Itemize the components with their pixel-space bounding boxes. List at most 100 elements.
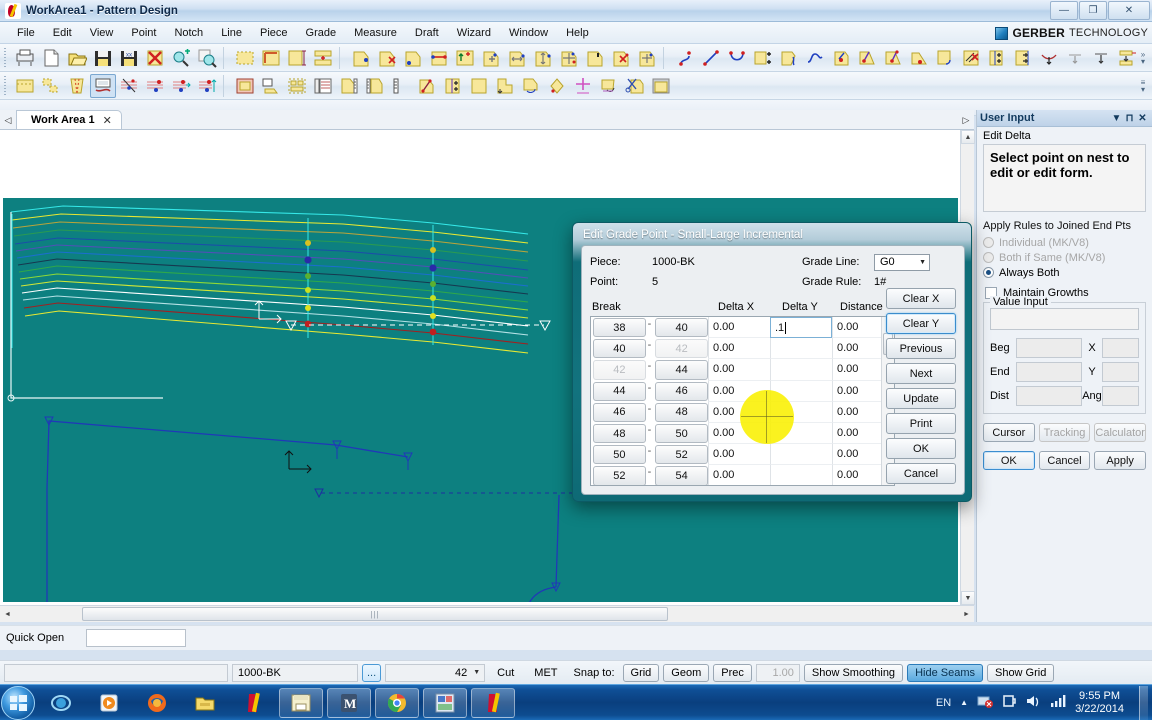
cancel-button[interactable]: Cancel: [1039, 451, 1091, 470]
break-from-cell[interactable]: 52: [593, 466, 646, 485]
radio-always-both[interactable]: Always Both: [983, 265, 1146, 280]
grade-shift-up-icon[interactable]: [194, 74, 220, 98]
break-to-cell[interactable]: 50: [655, 424, 708, 443]
print-button[interactable]: Print: [886, 413, 956, 434]
piece-notch-red-icon[interactable]: [828, 46, 854, 70]
volume-icon[interactable]: [1025, 694, 1041, 711]
break-to-cell[interactable]: 42: [655, 339, 708, 358]
menu-item-edit[interactable]: Edit: [44, 24, 81, 42]
grade-shift-right-icon[interactable]: [168, 74, 194, 98]
show-desktop-button[interactable]: [1139, 686, 1148, 720]
piece-edge-icon[interactable]: [258, 46, 284, 70]
taskbar-window-marker[interactable]: [423, 688, 467, 718]
toolbar-overflow-icon[interactable]: ≡▾: [1137, 76, 1149, 96]
end-field[interactable]: [1016, 362, 1082, 382]
break-to-cell[interactable]: 40: [655, 318, 708, 337]
notch-down-icon[interactable]: [1088, 46, 1114, 70]
file-explorer-icon[interactable]: [183, 688, 227, 718]
taskbar-window-pattern-design[interactable]: [471, 688, 515, 718]
piece-seam-left-icon[interactable]: [984, 46, 1010, 70]
delta-x-cell[interactable]: 0.00: [708, 444, 770, 465]
x-field[interactable]: [1102, 338, 1139, 358]
menu-item-grade[interactable]: Grade: [297, 24, 346, 42]
table-row[interactable]: 48 - 50 0.00 0.00: [591, 423, 894, 444]
grade-lines-icon[interactable]: [116, 74, 142, 98]
piece-rotate-icon[interactable]: [518, 74, 544, 98]
save-all-icon[interactable]: xx: [116, 46, 142, 70]
firefox-icon[interactable]: [135, 688, 179, 718]
table-row[interactable]: 44 - 46 0.00 0.00: [591, 381, 894, 402]
piece-round-corner-icon[interactable]: [932, 46, 958, 70]
piece-fill-icon[interactable]: [12, 74, 38, 98]
delta-x-cell[interactable]: 0.00: [708, 423, 770, 444]
tab-scroll-right-icon[interactable]: ▷: [958, 111, 974, 129]
delta-x-cell[interactable]: 0.00: [708, 338, 770, 359]
break-from-cell[interactable]: 40: [593, 339, 646, 358]
new-document-icon[interactable]: [38, 46, 64, 70]
y-field[interactable]: [1102, 362, 1139, 382]
piece-seam-width-icon[interactable]: [440, 74, 466, 98]
horizontal-scroll-thumb[interactable]: |||: [82, 607, 668, 621]
menu-item-draft[interactable]: Draft: [406, 24, 448, 42]
piece-frame-icon[interactable]: [232, 74, 258, 98]
delta-y-cell[interactable]: .1: [770, 317, 832, 338]
measure-ruler-icon[interactable]: [388, 74, 414, 98]
panel-pin-icon[interactable]: ⊓: [1123, 113, 1136, 124]
piece-curve-edit-icon[interactable]: [776, 46, 802, 70]
menu-item-view[interactable]: View: [81, 24, 123, 42]
break-from-cell[interactable]: 38: [593, 318, 646, 337]
piece-point-add-icon[interactable]: [348, 46, 374, 70]
table-row[interactable]: 52 - 54 0.00 0.00: [591, 465, 894, 486]
previous-button[interactable]: Previous: [886, 338, 956, 359]
dialog-cancel-button[interactable]: Cancel: [886, 463, 956, 484]
toolbar-grip-icon[interactable]: [2, 48, 9, 68]
network-icon[interactable]: [977, 694, 993, 711]
scroll-up-icon[interactable]: ▲: [961, 130, 975, 144]
taskbar-window-chrome[interactable]: [375, 688, 419, 718]
cursor-button[interactable]: Cursor: [983, 423, 1035, 442]
piece-flip-icon[interactable]: [596, 74, 622, 98]
diamond-icon[interactable]: [544, 74, 570, 98]
piece-point-move-icon[interactable]: [400, 46, 426, 70]
piece-angle-icon[interactable]: [854, 46, 880, 70]
snap-prec-button[interactable]: Prec: [713, 664, 752, 682]
piece-corner-icon[interactable]: [582, 46, 608, 70]
stack-rows-icon[interactable]: [310, 46, 336, 70]
radio-both-if-same-icon[interactable]: [983, 252, 994, 263]
size-combo[interactable]: 42 ▼: [385, 664, 485, 682]
table-row[interactable]: 46 - 48 0.00 0.00: [591, 402, 894, 423]
piece-width-icon[interactable]: [504, 46, 530, 70]
notch-curve-icon[interactable]: [1036, 46, 1062, 70]
line-point-icon[interactable]: [698, 46, 724, 70]
line-segment-icon[interactable]: [426, 46, 452, 70]
piece-dart-icon[interactable]: [64, 74, 90, 98]
break-to-cell[interactable]: 54: [655, 466, 708, 485]
break-from-cell[interactable]: 50: [593, 445, 646, 464]
select-region-icon[interactable]: [232, 46, 258, 70]
toolbar-grip-icon[interactable]: [2, 76, 9, 96]
show-smoothing-button[interactable]: Show Smoothing: [804, 664, 903, 682]
radio-always-both-icon[interactable]: [983, 267, 994, 278]
taskbar-window-m[interactable]: M: [327, 688, 371, 718]
grade-break-grid[interactable]: 38 - 40 0.00 .1 0.00 40 - 42 0.00 0.00 4…: [590, 316, 895, 486]
piece-seam-right-icon[interactable]: [1010, 46, 1036, 70]
menu-item-measure[interactable]: Measure: [345, 24, 406, 42]
hide-seams-button[interactable]: Hide Seams: [907, 664, 983, 682]
beg-field[interactable]: [1016, 338, 1082, 358]
delta-y-cell[interactable]: [770, 359, 832, 380]
show-grid-button[interactable]: Show Grid: [987, 664, 1054, 682]
ang-field[interactable]: [1102, 386, 1139, 406]
piece-shade-icon[interactable]: [648, 74, 674, 98]
radio-individual-icon[interactable]: [983, 237, 994, 248]
piece-ruler-icon[interactable]: [336, 74, 362, 98]
delta-y-cell[interactable]: [770, 444, 832, 465]
chevron-down-icon[interactable]: ▼: [919, 259, 926, 266]
delta-y-cell[interactable]: [770, 338, 832, 359]
panel-menu-icon[interactable]: ▼: [1110, 113, 1123, 124]
tab-work-area-1[interactable]: Work Area 1 ✕: [16, 110, 122, 129]
marker-table-icon[interactable]: [310, 74, 336, 98]
table-row[interactable]: 38 - 40 0.00 .1 0.00: [591, 317, 894, 338]
open-folder-icon[interactable]: [64, 46, 90, 70]
media-player-icon[interactable]: [87, 688, 131, 718]
start-button[interactable]: [1, 686, 35, 720]
